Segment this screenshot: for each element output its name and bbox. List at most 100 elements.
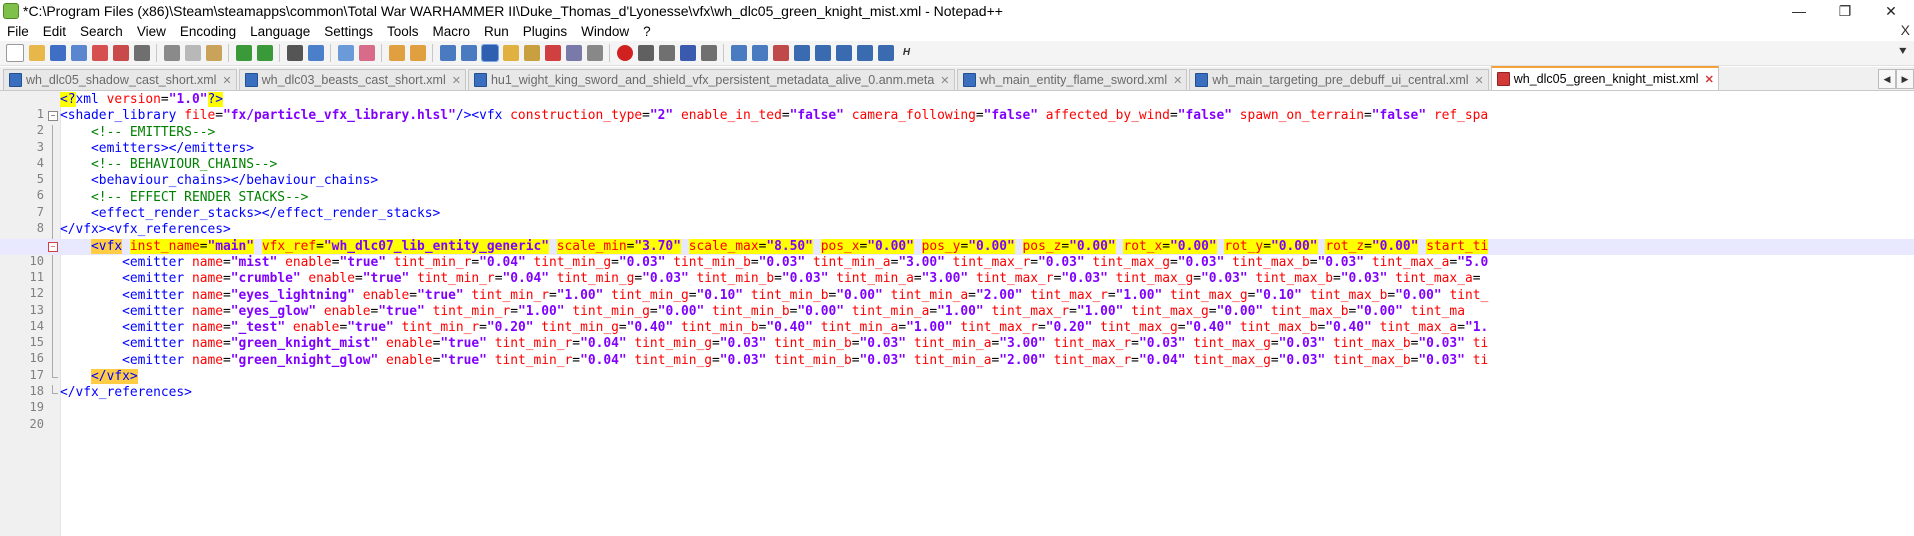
copy-icon[interactable] <box>184 45 201 61</box>
plugin-icon-1[interactable] <box>730 45 747 61</box>
menu-encoding[interactable]: Encoding <box>173 24 243 39</box>
menu-view[interactable]: View <box>130 24 173 39</box>
save-macro-icon[interactable] <box>700 45 717 61</box>
record-macro-icon[interactable] <box>616 45 633 61</box>
window-title: *C:\Program Files (x86)\Steam\steamapps\… <box>23 3 1003 19</box>
plugin-icon-3[interactable] <box>772 45 789 61</box>
fold-guide <box>52 124 53 141</box>
sync-vertical-icon[interactable] <box>388 45 405 61</box>
menu-tools[interactable]: Tools <box>380 24 426 39</box>
move-down-icon[interactable] <box>835 45 852 61</box>
code-text: <behaviour_chains></behaviour_chains> <box>91 173 379 189</box>
stop-macro-icon[interactable] <box>637 45 654 61</box>
fold-guide <box>52 320 53 337</box>
fold-guide-end <box>52 369 58 379</box>
move-up-icon[interactable] <box>814 45 831 61</box>
save-all-icon[interactable] <box>70 45 87 61</box>
tab-wh-main-targeting-pre-debuff[interactable]: wh_main_targeting_pre_debuff_ui_central.… <box>1189 69 1489 90</box>
tab-hu1-wight-king-metadata[interactable]: hu1_wight_king_sword_and_shield_vfx_pers… <box>467 69 955 90</box>
monitoring-icon[interactable] <box>586 45 603 61</box>
zoom-in-icon[interactable] <box>337 45 354 61</box>
cut-icon[interactable] <box>163 45 180 61</box>
redo-icon[interactable] <box>256 45 273 61</box>
menu-run[interactable]: Run <box>477 24 516 39</box>
code-line: 2 − <shader_library file="fx/particle_vf… <box>0 108 1914 137</box>
tab-wh-main-entity-flame-sword[interactable]: wh_main_entity_flame_sword.xml ✕ <box>956 69 1188 90</box>
plugin-h-icon[interactable]: H <box>899 45 915 61</box>
zoom-out-icon[interactable] <box>358 45 375 61</box>
run-macro-multiple-icon[interactable] <box>679 45 696 61</box>
document-tab-bar: wh_dlc05_shadow_cast_short.xml ✕ wh_dlc0… <box>0 66 1914 91</box>
toolbar-overflow-icon[interactable]: ⯆ <box>1898 44 1908 60</box>
toolbar-separator <box>432 44 433 62</box>
tab-close-icon[interactable]: ✕ <box>1173 74 1182 87</box>
replace-icon[interactable] <box>307 45 324 61</box>
tab-wh-dlc03-beasts-cast-short[interactable]: wh_dlc03_beasts_cast_short.xml ✕ <box>238 69 466 90</box>
code-text: </vfx><vfx_references> <box>60 222 231 238</box>
plugin-icon-5[interactable] <box>856 45 873 61</box>
folder-as-workspace-icon[interactable] <box>565 45 582 61</box>
sync-horizontal-icon[interactable] <box>409 45 426 61</box>
plugin-icon-6[interactable] <box>877 45 894 61</box>
play-macro-icon[interactable] <box>658 45 675 61</box>
file-saved-icon <box>9 73 22 87</box>
menu-search[interactable]: Search <box>73 24 130 39</box>
menu-window[interactable]: Window <box>574 24 636 39</box>
tab-scroll-right-icon[interactable]: ▶ <box>1896 69 1914 89</box>
code-line: 5 <!-- BEHAVIOUR_CHAINS--> <box>0 157 1914 186</box>
undo-icon[interactable] <box>235 45 252 61</box>
close-all-icon[interactable] <box>112 45 129 61</box>
code-editor[interactable]: 1 <?xml version="1.0"?> 2 − <shader_libr… <box>0 91 1914 536</box>
minimize-button[interactable]: — <box>1776 0 1822 22</box>
code-text: <emitter name="mist" enable="true" tint_… <box>122 254 1489 270</box>
file-saved-icon <box>244 73 258 87</box>
find-icon[interactable] <box>286 45 303 61</box>
code-text: <emitter name="eyes_lightning" enable="t… <box>122 287 1489 303</box>
menu-plugins[interactable]: Plugins <box>516 24 574 39</box>
indent-guide-icon[interactable] <box>480 44 499 62</box>
paste-icon[interactable] <box>205 45 222 61</box>
open-file-icon[interactable] <box>28 45 45 61</box>
tab-close-icon[interactable]: ✕ <box>222 74 231 87</box>
save-icon[interactable] <box>49 45 66 61</box>
close-file-icon[interactable] <box>91 45 108 61</box>
code-line-current: 10 − <vfx inst_name="main" vfx_ref="wh_d… <box>0 238 1914 268</box>
plugin-icon-2[interactable] <box>751 45 768 61</box>
menu-edit[interactable]: Edit <box>36 24 73 39</box>
close-document-icon[interactable]: X <box>1901 22 1910 38</box>
maximize-button[interactable]: ❐ <box>1822 0 1868 22</box>
new-file-icon[interactable] <box>5 44 24 62</box>
file-unsaved-icon <box>1496 72 1510 86</box>
menu-help[interactable]: ? <box>636 24 658 39</box>
menu-settings[interactable]: Settings <box>317 24 380 39</box>
tab-close-icon[interactable]: ✕ <box>1475 74 1484 87</box>
toolbar-separator <box>330 44 331 62</box>
toolbar-separator <box>381 44 382 62</box>
tab-scroll-left-icon[interactable]: ◀ <box>1878 69 1896 89</box>
fold-guide <box>52 287 53 304</box>
code-line: 17 <emitter name="green_knight_glow" ena… <box>0 352 1914 382</box>
code-line: 3 <!-- EMITTERS--> <box>0 124 1914 154</box>
fold-toggle-icon[interactable]: − <box>48 241 58 252</box>
plugin-icon-4[interactable] <box>793 45 810 61</box>
tab-label: wh_dlc05_green_knight_mist.xml <box>1513 72 1699 86</box>
doc-map-icon[interactable] <box>523 45 540 61</box>
close-button[interactable]: ✕ <box>1868 0 1914 22</box>
menu-file[interactable]: File <box>0 24 36 39</box>
print-icon[interactable] <box>133 45 150 61</box>
code-text: <shader_library file="fx/particle_vfx_li… <box>60 108 1489 124</box>
code-line: 19 </vfx_references> <box>0 385 1914 414</box>
function-list-icon[interactable] <box>544 45 561 61</box>
fold-toggle-icon[interactable]: − <box>48 111 58 122</box>
tab-close-icon[interactable]: ✕ <box>1705 73 1714 86</box>
tab-wh-dlc05-green-knight-mist[interactable]: wh_dlc05_green_knight_mist.xml ✕ <box>1490 66 1719 90</box>
tab-close-icon[interactable]: ✕ <box>452 74 461 87</box>
line-number: 20 <box>29 416 44 431</box>
language-icon[interactable] <box>502 45 519 61</box>
word-wrap-icon[interactable] <box>439 45 456 61</box>
menu-macro[interactable]: Macro <box>426 24 478 39</box>
show-all-characters-icon[interactable] <box>460 45 477 61</box>
tab-wh-dlc05-shadow-cast-short[interactable]: wh_dlc05_shadow_cast_short.xml ✕ <box>3 69 237 90</box>
menu-language[interactable]: Language <box>243 24 317 39</box>
tab-close-icon[interactable]: ✕ <box>940 74 949 87</box>
